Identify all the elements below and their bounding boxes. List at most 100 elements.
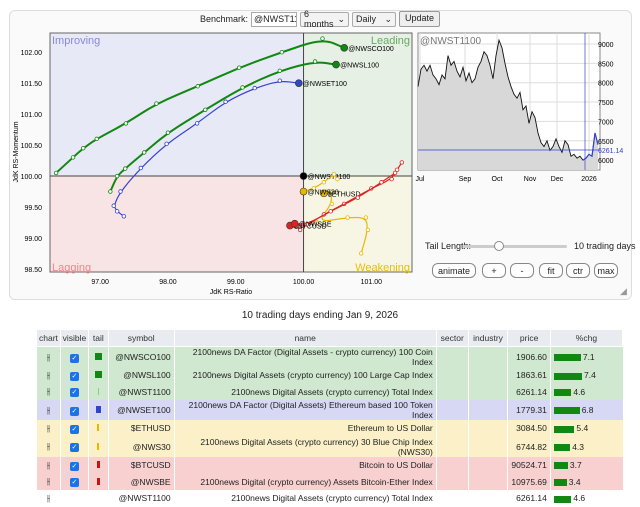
table-row[interactable]: ⫲ ✓ @NWS30 2100news Digital Assets (cryp…	[36, 436, 623, 457]
visible-checkbox[interactable]: ✓	[59, 473, 89, 490]
checkbox-checked-icon[interactable]: ✓	[69, 443, 79, 453]
checkbox-checked-icon[interactable]: ✓	[69, 478, 79, 488]
table-row[interactable]: ⫲ ✓ @NWST1100 2100news Digital Assets (c…	[36, 383, 623, 401]
chart-icon[interactable]: ⫲	[36, 400, 61, 421]
tail-swatch[interactable]	[87, 420, 109, 437]
chg-cell: 3.4	[549, 473, 623, 490]
visible-checkbox[interactable]: ✓	[59, 346, 89, 367]
visible-checkbox[interactable]: ✓	[59, 420, 89, 437]
symbol-cell[interactable]: @NWSBE	[107, 473, 175, 490]
tail-point	[240, 85, 245, 90]
price-cell: 6261.14	[507, 383, 551, 401]
tail-swatch[interactable]	[87, 456, 109, 474]
symbol-cell[interactable]: $BTCUSD	[107, 456, 175, 474]
fit-button[interactable]: fit	[539, 263, 563, 278]
symbol-cell[interactable]: @NWSL100	[107, 367, 175, 384]
symbol-cell[interactable]: @NWSCO100	[107, 346, 175, 367]
column-header-name[interactable]: name	[173, 329, 437, 347]
symbol-label: @NWSCO100	[348, 46, 394, 53]
sector-cell	[435, 420, 469, 437]
tail-swatch[interactable]	[87, 367, 109, 384]
chart-icon[interactable]: ⫲	[36, 420, 61, 437]
table-row[interactable]: ⫲ ✓ $BTCUSD Bitcoin to US Dollar 90524.7…	[36, 456, 623, 474]
head-marker[interactable]	[299, 187, 308, 196]
rrg-chart[interactable]: Improving LeadingLagging Weakening97.00 98.…	[0, 0, 640, 300]
chart-icon[interactable]: ⫲	[36, 473, 61, 490]
tail-swatch[interactable]	[87, 489, 109, 507]
column-header-chart[interactable]: chart	[36, 329, 61, 347]
chart-icon[interactable]: ⫲	[36, 456, 61, 474]
tail-swatch[interactable]	[87, 400, 109, 421]
table-row[interactable]: ⫲ ✓ @NWSL100 2100news Digital Assets (cr…	[36, 367, 623, 384]
checkbox-checked-icon[interactable]: ✓	[69, 353, 79, 363]
tail-swatch[interactable]	[87, 346, 109, 367]
quadrant-lagging	[50, 176, 304, 272]
column-header-sector[interactable]: sector	[435, 329, 469, 347]
zoom-in-button[interactable]: +	[482, 263, 506, 278]
table-title: 10 trading days ending Jan 9, 2026	[241, 310, 399, 321]
checkbox-checked-icon[interactable]: ✓	[69, 388, 79, 398]
y-tick-label: 99.00	[24, 236, 42, 243]
chg-value: 7.4	[583, 370, 596, 381]
name-cell: 2100news DA Factor (Digital Assets) Ethe…	[173, 400, 437, 421]
symbol-cell[interactable]: @NWST1100	[107, 383, 175, 401]
name-cell: 2100news Digital Assets (crypto currency…	[173, 367, 437, 384]
symbol-cell[interactable]: @NWST1100	[107, 489, 175, 507]
center-button[interactable]: ctr	[566, 263, 590, 278]
chg-cell: 3.7	[549, 456, 623, 474]
tail-swatch[interactable]	[87, 383, 109, 401]
symbol-cell[interactable]: @NWSET100	[107, 400, 175, 421]
visible-checkbox[interactable]: ✓	[59, 456, 89, 474]
visible-checkbox[interactable]: ✓	[59, 400, 89, 421]
price-y-tick: 8500	[598, 61, 614, 68]
max-button[interactable]: max	[594, 263, 618, 278]
symbol-cell[interactable]: $ETHUSD	[107, 420, 175, 437]
x-axis-label: JdK RS-Ratio	[210, 289, 253, 296]
visible-checkbox[interactable]: ✓	[59, 367, 89, 384]
head-marker[interactable]	[290, 219, 299, 228]
tail-swatch[interactable]	[87, 436, 109, 457]
zoom-out-button[interactable]: -	[510, 263, 534, 278]
table-row[interactable]: ⫲ ✓ $ETHUSD Ethereum to US Dollar 3084.5…	[36, 420, 623, 437]
table-row[interactable]: ⫲ @NWST1100 2100news Digital Assets (cry…	[36, 489, 623, 507]
y-tick-label: 100.00	[21, 174, 43, 181]
tail-point	[165, 130, 171, 135]
chart-icon[interactable]: ⫲	[36, 367, 61, 384]
tail-swatch[interactable]	[87, 473, 109, 490]
visible-checkbox[interactable]: ✓	[59, 436, 89, 457]
column-header-chg[interactable]: %chg	[549, 329, 624, 347]
table-row[interactable]: ⫲ ✓ @NWSCO100 2100news DA Factor (Digita…	[36, 346, 623, 367]
resize-handle-icon[interactable]: ◢	[620, 286, 627, 297]
chart-icon[interactable]: ⫲	[36, 383, 61, 401]
symbol-cell[interactable]: @NWS30	[107, 436, 175, 457]
chart-icon[interactable]: ⫲	[36, 346, 61, 367]
chart-icon[interactable]: ⫲	[36, 436, 61, 457]
price-cell: 1863.61	[507, 367, 551, 384]
animate-button[interactable]: animate	[432, 263, 476, 278]
column-header-symbol[interactable]: symbol	[107, 329, 175, 347]
symbol-label: @NWSBE	[299, 222, 332, 229]
column-header-industry[interactable]: industry	[467, 329, 509, 347]
column-header-tail[interactable]: tail	[87, 329, 109, 347]
head-marker[interactable]	[332, 60, 340, 69]
industry-cell	[467, 473, 508, 490]
column-header-visible[interactable]: visible	[59, 329, 89, 347]
chart-icon[interactable]: ⫲	[36, 489, 61, 507]
head-marker[interactable]	[294, 79, 303, 87]
chg-value: 5.4	[576, 423, 589, 434]
checkbox-checked-icon[interactable]: ✓	[69, 406, 79, 416]
tail-color-icon	[95, 406, 101, 414]
visible-checkbox[interactable]	[59, 489, 89, 507]
tail-point	[123, 121, 129, 126]
tail-length-slider[interactable]	[463, 241, 567, 251]
head-marker[interactable]	[340, 44, 349, 52]
visible-checkbox[interactable]: ✓	[59, 383, 89, 401]
checkbox-checked-icon[interactable]: ✓	[69, 461, 79, 471]
checkbox-checked-icon[interactable]: ✓	[69, 371, 79, 381]
table-row[interactable]: ⫲ ✓ @NWSET100 2100news DA Factor (Digita…	[36, 400, 623, 421]
chg-value: 4.6	[573, 386, 586, 397]
head-marker[interactable]	[299, 172, 308, 180]
table-row[interactable]: ⫲ ✓ @NWSBE 2100news Digital (crypto curr…	[36, 473, 623, 490]
column-header-price[interactable]: price	[507, 329, 551, 347]
checkbox-checked-icon[interactable]: ✓	[69, 424, 79, 434]
